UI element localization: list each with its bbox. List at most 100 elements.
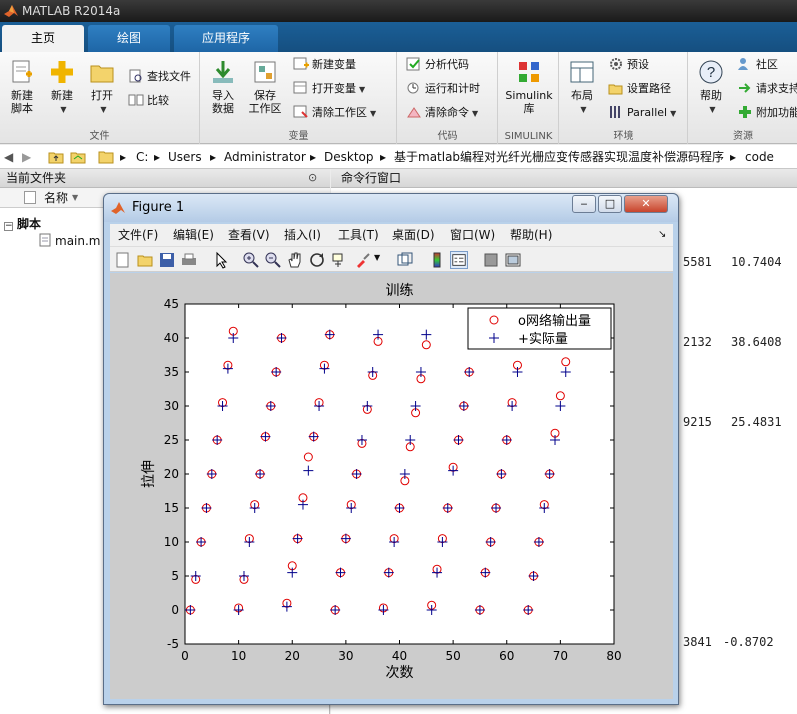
- close-button[interactable]: ✕: [624, 195, 668, 213]
- run-and-time-button[interactable]: 运行和计时: [406, 80, 480, 98]
- sort-arrow-icon[interactable]: ▼: [72, 188, 78, 208]
- maximize-button[interactable]: □: [598, 195, 622, 213]
- section-label-file: 文件: [89, 131, 110, 142]
- menu-help[interactable]: 帮助(H): [510, 227, 552, 243]
- panel-menu-icon[interactable]: ⊙: [308, 169, 317, 187]
- community-button[interactable]: 社区: [737, 56, 778, 74]
- path-part-project[interactable]: 基于matlab编程对光纤光栅应变传感器实现温度补偿源码程序: [394, 148, 724, 166]
- forward-arrow-icon[interactable]: ▶: [22, 148, 31, 166]
- data-cursor-icon[interactable]: [330, 251, 348, 269]
- new-figure-icon[interactable]: [114, 251, 132, 269]
- addons-button[interactable]: 附加功能: [737, 104, 797, 122]
- y-tick-label: 0: [171, 603, 179, 617]
- app-titlebar: MATLAB R2014a: [0, 0, 797, 22]
- menu-edit[interactable]: 编辑(E): [173, 227, 214, 243]
- figure-titlebar[interactable]: Figure 1 ‒ □ ✕: [104, 194, 678, 222]
- pan-hand-icon[interactable]: [286, 251, 304, 269]
- menu-desktop[interactable]: 桌面(D): [392, 227, 435, 243]
- show-plot-tools-icon[interactable]: [504, 251, 522, 269]
- minimize-button[interactable]: ‒: [572, 195, 596, 213]
- zoom-in-icon[interactable]: [242, 251, 260, 269]
- y-tick-label: 35: [164, 365, 179, 379]
- chevron-down-icon: ▼: [472, 109, 479, 118]
- save-workspace-icon: [254, 61, 276, 83]
- simulink-icon: [519, 62, 539, 82]
- save-icon[interactable]: [158, 251, 176, 269]
- open-variable-icon: [293, 81, 307, 94]
- open-variable-button[interactable]: 打开变量 ▼: [293, 80, 365, 98]
- collapse-icon[interactable]: −: [4, 222, 13, 231]
- clear-commands-button[interactable]: 清除命令 ▼: [406, 104, 478, 122]
- clear-workspace-button[interactable]: 清除工作区 ▼: [293, 104, 376, 122]
- output-value: 10.7404: [731, 255, 782, 269]
- tab-apps[interactable]: 应用程序: [174, 25, 278, 52]
- section-label-code: 代码: [437, 131, 458, 142]
- ribbon-section-resources: ? 帮助 ▼ 社区 请求支持 附加功能 资源: [689, 52, 797, 144]
- set-path-label: 设置路径: [627, 82, 671, 95]
- figure-menubar: 文件(F) 编辑(E) 查看(V) 插入(I) 工具(T) 桌面(D) 窗口(W…: [110, 224, 673, 246]
- rotate-3d-icon[interactable]: [308, 251, 326, 269]
- up-folder-icon[interactable]: [48, 150, 64, 164]
- tab-plots[interactable]: 绘图: [88, 25, 170, 52]
- path-part-code[interactable]: code: [745, 148, 774, 166]
- chevron-down-icon[interactable]: ▼: [374, 253, 380, 262]
- ribbon-toolbar: 新建 脚本 新建 ▼ 打开 ▼ 查找文件 比较 文件 导入 数据 保存 工作区 新建…: [0, 52, 797, 144]
- path-drive[interactable]: C:: [136, 148, 148, 166]
- browse-folder-icon[interactable]: [70, 150, 86, 164]
- brush-icon[interactable]: [354, 251, 372, 269]
- menu-insert[interactable]: 插入(I): [284, 227, 321, 243]
- tab-home[interactable]: 主页: [2, 25, 84, 52]
- new-variable-button[interactable]: 新建变量: [293, 56, 356, 74]
- path-part-administrator[interactable]: Administrator: [224, 148, 306, 166]
- figure-window[interactable]: Figure 1 ‒ □ ✕ 文件(F) 编辑(E) 查看(V) 插入(I) 工…: [103, 193, 679, 705]
- open-file-icon[interactable]: [136, 251, 154, 269]
- column-name[interactable]: 名称: [44, 188, 68, 208]
- menu-tools[interactable]: 工具(T): [338, 227, 379, 243]
- back-arrow-icon[interactable]: ◀: [4, 148, 13, 166]
- set-path-button[interactable]: 设置路径: [608, 80, 671, 98]
- find-files-button[interactable]: 查找文件: [128, 68, 191, 86]
- address-bar: ◀ ▶ ▸ C: ▸ Users ▸ Administrator ▸ Deskt…: [0, 145, 797, 169]
- legend-icon[interactable]: [450, 251, 468, 269]
- save-workspace-button[interactable]: 保存 工作区: [245, 58, 285, 115]
- menu-window[interactable]: 窗口(W): [450, 227, 495, 243]
- dock-arrow-icon[interactable]: ↘: [658, 227, 666, 243]
- clear-commands-label: 清除命令: [425, 106, 469, 119]
- simulink-library-button[interactable]: Simulink 库: [503, 58, 555, 115]
- compare-button[interactable]: 比较: [128, 92, 169, 110]
- open-button[interactable]: 打开 ▼: [84, 58, 120, 116]
- new-script-button[interactable]: 新建 脚本: [4, 58, 40, 115]
- chevron-down-icon: ▼: [370, 109, 377, 118]
- hide-plot-tools-icon[interactable]: [482, 251, 500, 269]
- parallel-button[interactable]: Parallel ▼: [608, 104, 676, 122]
- menu-file[interactable]: 文件(F): [118, 227, 158, 243]
- menu-view[interactable]: 查看(V): [228, 227, 270, 243]
- ribbon-section-simulink: Simulink 库 SIMULINK: [499, 52, 559, 144]
- scatter-chart[interactable]: 0 10 20 30 40 50 60 70 80-5051015202530354045训练次…: [110, 273, 673, 699]
- path-separator: ▸: [310, 150, 317, 164]
- path-part-desktop[interactable]: Desktop: [324, 148, 374, 166]
- import-data-button[interactable]: 导入 数据: [205, 58, 241, 115]
- zoom-out-icon[interactable]: [264, 251, 282, 269]
- colorbar-icon[interactable]: [428, 251, 446, 269]
- file-item-main[interactable]: main.m: [38, 233, 101, 248]
- x-tick-label: 60: [499, 649, 514, 663]
- figure-canvas[interactable]: 0 10 20 30 40 50 60 70 80 -5 0 5 10 15 20 25 30 35 40 45 训练次…: [110, 273, 673, 699]
- help-button[interactable]: ? 帮助 ▼: [693, 58, 729, 116]
- layout-button[interactable]: 布局 ▼: [564, 58, 600, 116]
- edit-plot-arrow-icon[interactable]: [212, 251, 230, 269]
- new-button[interactable]: 新建 ▼: [44, 58, 80, 116]
- analyze-code-button[interactable]: 分析代码: [406, 56, 469, 74]
- request-support-button[interactable]: 请求支持: [737, 80, 797, 98]
- chevron-down-icon: ▼: [670, 109, 677, 118]
- preferences-button[interactable]: 预设: [608, 56, 649, 74]
- chevron-down-icon: ▼: [359, 85, 366, 94]
- path-part-users[interactable]: Users: [168, 148, 202, 166]
- find-files-label: 查找文件: [147, 70, 191, 83]
- link-plot-icon[interactable]: [396, 251, 414, 269]
- addons-label: 附加功能: [756, 106, 797, 119]
- tree-group-scripts[interactable]: − 脚本: [4, 215, 41, 232]
- new-variable-label: 新建变量: [312, 58, 356, 71]
- section-label-resources: 资源: [733, 131, 753, 142]
- print-icon[interactable]: [180, 251, 198, 269]
